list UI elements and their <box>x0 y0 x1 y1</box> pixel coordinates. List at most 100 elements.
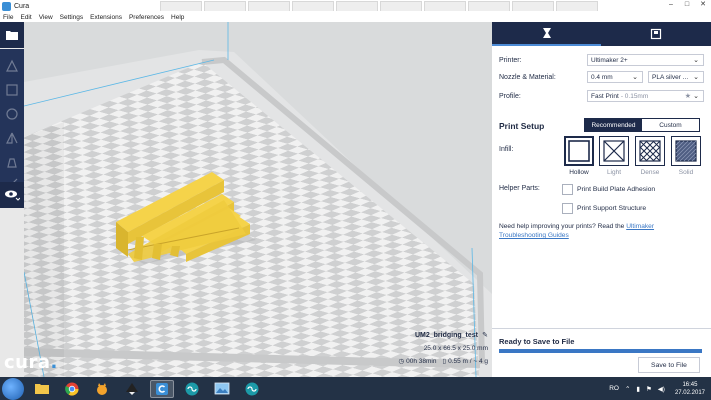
pencil-icon[interactable]: ✎ <box>482 331 488 339</box>
move-tool-icon[interactable] <box>5 59 19 73</box>
infill-option-light[interactable]: Light <box>599 136 629 176</box>
chevron-down-icon: ⌄ <box>693 57 699 64</box>
custom-mode-button[interactable]: Custom <box>642 119 699 131</box>
print-setup-title: Print Setup <box>499 121 545 131</box>
cura-app-icon <box>2 1 11 11</box>
recommended-mode-button[interactable]: Recommended <box>585 119 642 131</box>
chevron-down-icon: ⌄ <box>693 74 699 81</box>
infill-option-hollow[interactable]: Hollow <box>564 136 594 176</box>
nozzle-value: 0.4 mm <box>591 73 613 81</box>
infill-hollow-icon <box>564 136 594 166</box>
view-mode-button[interactable] <box>0 182 24 208</box>
mode-tabs <box>492 22 711 46</box>
save-status-title: Ready to Save to File <box>499 337 575 346</box>
printer-select[interactable]: Ultimaker 2+ ⌄ <box>587 54 704 66</box>
rotate-tool-icon[interactable] <box>5 107 19 121</box>
maximize-button[interactable]: □ <box>679 0 695 10</box>
menu-view[interactable]: View <box>39 14 53 21</box>
build-plate-scene <box>24 22 492 377</box>
infill-option-dense[interactable]: Dense <box>635 136 665 176</box>
settings-panel: Printer: Ultimaker 2+ ⌄ Nozzle & Materia… <box>492 22 711 377</box>
clock-date: 27.02.2017 <box>674 389 705 396</box>
nozzle-material-row: Nozzle & Material: 0.4 mm ⌄ PLA silver .… <box>499 71 704 83</box>
chevron-down-icon: ⌄ <box>693 93 699 100</box>
open-file-button[interactable] <box>0 22 24 48</box>
browser-tab[interactable] <box>336 1 378 11</box>
browser-tab[interactable] <box>380 1 422 11</box>
chevron-up-icon[interactable]: ⌃ <box>625 385 630 393</box>
adhesion-checkbox[interactable] <box>562 184 573 195</box>
browser-tab[interactable] <box>556 1 598 11</box>
infill-name: Solid <box>678 169 694 176</box>
taskbar-explorer-icon[interactable] <box>30 380 54 398</box>
taskbar-arduino-icon-2[interactable] <box>240 380 264 398</box>
browser-tab[interactable] <box>468 1 510 11</box>
save-to-file-button[interactable]: Save to File <box>638 357 700 373</box>
tools-group <box>0 49 24 197</box>
menu-extensions[interactable]: Extensions <box>90 14 122 21</box>
per-model-settings-icon[interactable] <box>5 155 19 169</box>
job-dimensions: 25.0 x 66.5 x 25.0 mm <box>423 345 488 352</box>
taskbar-scratch-icon[interactable] <box>90 380 114 398</box>
browser-tab[interactable] <box>292 1 334 11</box>
scale-tool-icon[interactable] <box>5 83 19 97</box>
taskbar-inkscape-icon[interactable] <box>120 380 144 398</box>
material-select[interactable]: PLA silver ... ⌄ <box>648 71 704 83</box>
infill-name: Dense <box>640 169 660 176</box>
support-checkbox[interactable] <box>562 203 573 214</box>
language-indicator[interactable]: RO <box>609 385 619 392</box>
helper-parts-label: Helper Parts: <box>499 185 540 192</box>
browser-tab[interactable] <box>248 1 290 11</box>
volume-icon[interactable]: ◀) <box>658 385 665 393</box>
save-section: Ready to Save to File Save to File <box>492 328 711 377</box>
windows-taskbar: RO ⌃ ▮ ⚑ ◀) 16:45 27.02.2017 <box>0 377 711 400</box>
minimize-button[interactable]: – <box>663 0 679 10</box>
browser-tab[interactable] <box>160 1 202 11</box>
menu-edit[interactable]: Edit <box>20 14 31 21</box>
taskbar-cura-icon[interactable] <box>150 379 174 398</box>
background-tabs <box>160 0 600 12</box>
cura-logo-text: cura <box>4 352 51 373</box>
printer-value: Ultimaker 2+ <box>591 56 628 64</box>
left-toolbar <box>0 22 24 377</box>
taskbar-chrome-icon[interactable] <box>60 380 84 398</box>
profile-detail: - 0.15mm <box>620 92 649 100</box>
start-button[interactable] <box>2 377 24 400</box>
browser-tab[interactable] <box>424 1 466 11</box>
taskbar-arduino-icon[interactable] <box>180 380 204 398</box>
taskbar-photos-icon[interactable] <box>210 380 234 398</box>
infill-name: Light <box>606 169 622 176</box>
menu-file[interactable]: File <box>3 14 13 21</box>
mirror-tool-icon[interactable] <box>5 131 19 145</box>
infill-option-solid[interactable]: Solid <box>671 136 701 176</box>
clock-icon: ◷ <box>398 358 405 365</box>
support-option[interactable]: Print Support Structure <box>562 203 646 214</box>
network-icon[interactable]: ▮ <box>636 385 640 393</box>
star-icon[interactable]: ★ <box>685 92 691 100</box>
tab-prepare[interactable] <box>492 22 601 46</box>
material-value: PLA silver ... <box>652 73 689 81</box>
help-text: Need help improving your prints? Read th… <box>499 222 699 240</box>
browser-tab[interactable] <box>512 1 554 11</box>
material-usage: 0.55 m / ~ 4 g <box>448 357 488 365</box>
3d-viewport[interactable] <box>24 22 492 377</box>
cura-logo-dot: . <box>50 352 58 373</box>
tab-monitor[interactable] <box>601 22 710 46</box>
adhesion-option[interactable]: Print Build Plate Adhesion <box>562 184 655 195</box>
flag-icon[interactable]: ⚑ <box>646 385 652 393</box>
infill-dense-icon <box>635 136 665 166</box>
job-name[interactable]: UM2_bridging_test <box>415 332 478 339</box>
window-title: Cura <box>14 2 30 10</box>
menu-preferences[interactable]: Preferences <box>129 14 164 21</box>
taskbar-clock[interactable]: 16:45 27.02.2017 <box>675 381 705 397</box>
close-button[interactable]: ✕ <box>695 0 711 10</box>
system-tray: RO ⌃ ▮ ⚑ ◀) 16:45 27.02.2017 <box>609 377 705 400</box>
title-bar: Cura – □ ✕ <box>0 0 711 12</box>
menu-settings[interactable]: Settings <box>60 14 84 21</box>
job-estimate-row: ◷ 00h 38min ▯ 0.55 m / ~ 4 g <box>396 357 488 366</box>
menu-help[interactable]: Help <box>171 14 184 21</box>
nozzle-select[interactable]: 0.4 mm ⌄ <box>587 71 643 83</box>
browser-tab[interactable] <box>204 1 246 11</box>
infill-light-icon <box>599 136 629 166</box>
profile-select[interactable]: Fast Print - 0.15mm ★ ⌄ <box>587 90 704 102</box>
